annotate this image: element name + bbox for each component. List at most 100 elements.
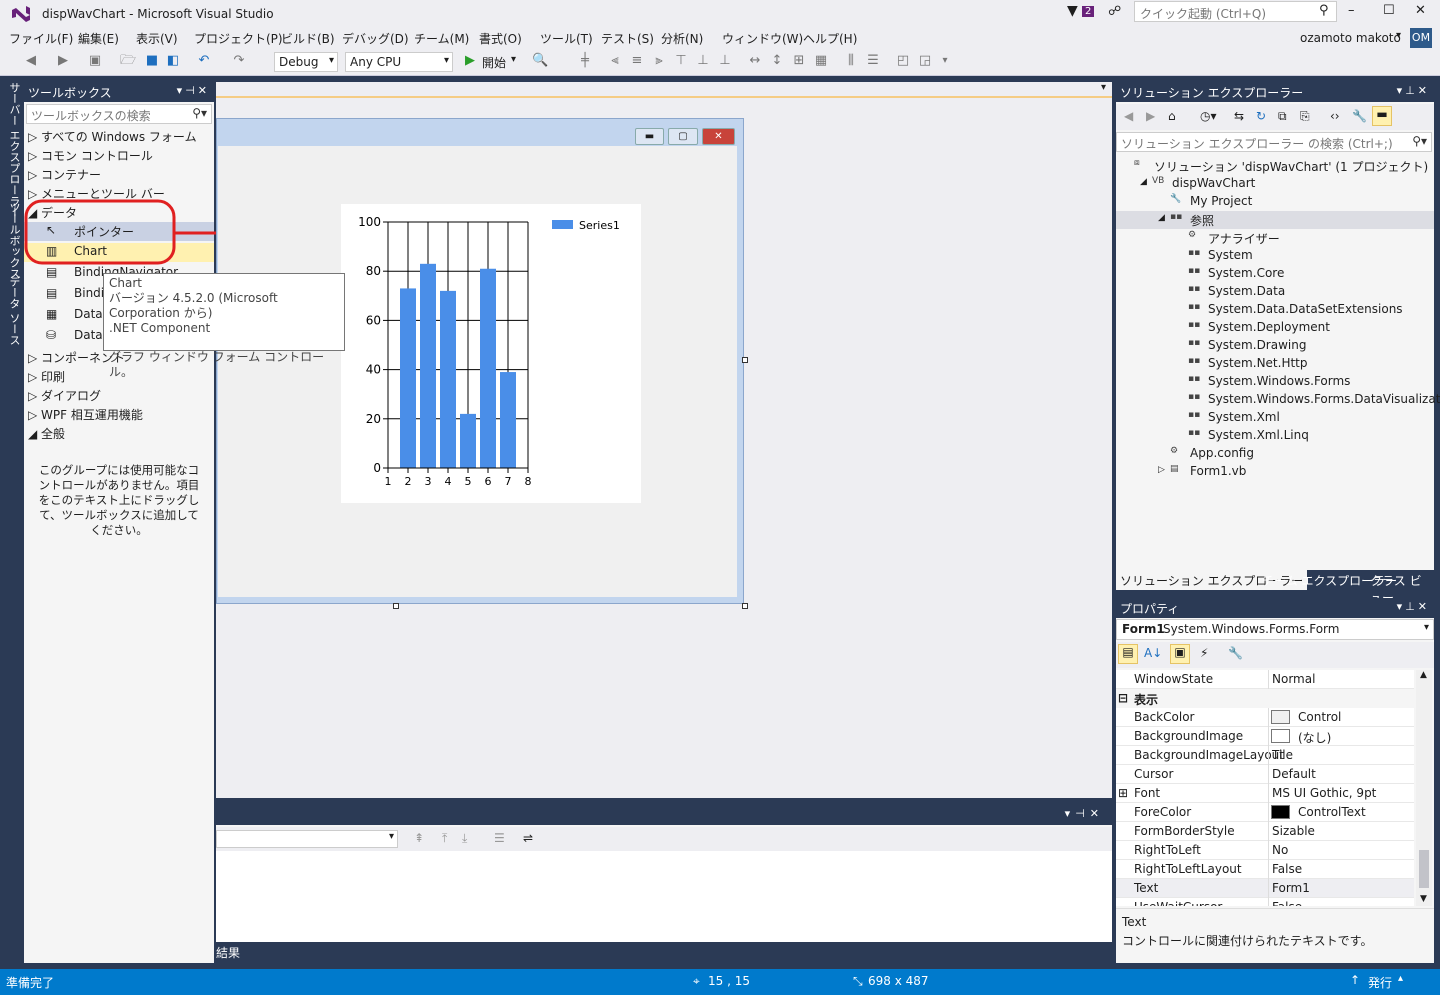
- tree-item[interactable]: ▪▪ System.Windows.Forms: [1116, 373, 1434, 391]
- properties-icon[interactable]: 🔧: [1352, 109, 1367, 123]
- tree-item[interactable]: ▷ ▤ Form1.vb: [1116, 463, 1434, 481]
- property-row[interactable]: RightToLeftLayout False: [1116, 860, 1414, 879]
- expander-icon[interactable]: ◢: [1140, 177, 1147, 187]
- find-message-icon[interactable]: ⇞: [414, 831, 424, 845]
- collapse-all-icon[interactable]: ⧉: [1278, 109, 1287, 124]
- panel-close-icon[interactable]: ✕: [198, 84, 210, 97]
- back-icon[interactable]: ◀: [1124, 109, 1133, 123]
- size-to-grid-icon[interactable]: ⊞: [792, 54, 806, 68]
- resize-handle-right[interactable]: [742, 357, 748, 363]
- property-value[interactable]: (なし): [1298, 729, 1331, 746]
- tree-item[interactable]: 🔧 My Project: [1116, 193, 1434, 211]
- property-row[interactable]: Cursor Default: [1116, 765, 1414, 784]
- publish-menu-icon[interactable]: ▴: [1398, 973, 1403, 984]
- pin-icon[interactable]: ⊣: [185, 84, 198, 97]
- minimize-button[interactable]: –: [1348, 3, 1355, 18]
- user-dropdown-icon[interactable]: ▾: [1396, 30, 1401, 41]
- menu-build[interactable]: ビルド(B): [281, 30, 335, 47]
- property-value[interactable]: False: [1272, 862, 1302, 876]
- output-text-area[interactable]: [216, 851, 1112, 942]
- show-all-files-icon[interactable]: ⎘: [1300, 109, 1310, 124]
- user-avatar[interactable]: OM: [1410, 28, 1432, 48]
- tree-item[interactable]: ◢ ▪▪ 参照: [1116, 211, 1434, 229]
- document-dropdown-icon[interactable]: ▾: [1101, 82, 1106, 93]
- word-wrap-icon[interactable]: ⇌: [523, 831, 533, 845]
- panel-close-icon[interactable]: ✕: [1418, 84, 1430, 97]
- toolbox-group-containers[interactable]: ▷ コンテナー: [24, 165, 214, 184]
- save-all-icon[interactable]: ◧: [166, 54, 180, 68]
- property-row[interactable]: UseWaitCursor False: [1116, 898, 1414, 906]
- property-row[interactable]: FormBorderStyle Sizable: [1116, 822, 1414, 841]
- tree-item[interactable]: ▪▪ System.Xml.Linq: [1116, 427, 1434, 445]
- publish-up-icon[interactable]: ↑: [1350, 973, 1360, 987]
- property-row[interactable]: ⊞ Font MS UI Gothic, 9pt: [1116, 784, 1414, 803]
- pin-icon[interactable]: ⊥: [1405, 600, 1418, 613]
- status-publish[interactable]: 発行: [1368, 974, 1392, 991]
- menu-view[interactable]: 表示(V): [136, 30, 178, 47]
- vertical-spacing-icon[interactable]: ☰: [866, 54, 880, 68]
- expander-icon[interactable]: ◢: [1158, 213, 1165, 223]
- platform-select[interactable]: Any CPU: [345, 52, 453, 72]
- menu-test[interactable]: テスト(S): [601, 30, 654, 47]
- close-button[interactable]: ✕: [1415, 3, 1426, 18]
- align-tops-icon[interactable]: ⊤: [674, 54, 688, 68]
- toolbox-group-common-controls[interactable]: ▷ コモン コントロール: [24, 146, 214, 165]
- save-icon[interactable]: ■: [145, 54, 159, 68]
- toolbox-group-dialogs[interactable]: ▷ ダイアログ: [24, 386, 214, 405]
- tab-results[interactable]: 結果: [216, 944, 240, 961]
- property-category[interactable]: ⊟ 表示: [1116, 689, 1414, 708]
- prev-message-icon[interactable]: ⤒: [442, 831, 447, 846]
- maximize-button[interactable]: ☐: [1383, 3, 1395, 18]
- property-value[interactable]: Sizable: [1272, 824, 1315, 838]
- panel-menu-icon[interactable]: ▾: [1397, 84, 1406, 97]
- toolbox-group-all-windows-forms[interactable]: ▷ すべての Windows フォーム: [24, 127, 214, 146]
- make-same-width-icon[interactable]: ↔: [748, 54, 762, 68]
- alphabetical-icon[interactable]: A↓: [1144, 646, 1162, 660]
- start-icon[interactable]: ▶: [463, 54, 477, 68]
- categorized-icon[interactable]: ▤: [1118, 644, 1138, 664]
- menu-format[interactable]: 書式(O): [479, 30, 522, 47]
- tree-item[interactable]: ▪▪ System.Xml: [1116, 409, 1434, 427]
- tree-item[interactable]: ▪▪ System.Windows.Forms.DataVisualization: [1116, 391, 1440, 409]
- property-value[interactable]: ControlText: [1298, 805, 1366, 819]
- property-value[interactable]: Form1: [1272, 881, 1310, 895]
- menu-team[interactable]: チーム(M): [414, 30, 469, 47]
- property-value[interactable]: Tile: [1272, 748, 1293, 762]
- make-same-height-icon[interactable]: ↕: [770, 54, 784, 68]
- menu-analyze[interactable]: 分析(N): [661, 30, 703, 47]
- horizontal-spacing-icon[interactable]: ⫼: [844, 54, 858, 68]
- toolbox-search-input[interactable]: ツールボックスの検索 ⚲▾: [26, 104, 212, 124]
- quick-launch-input[interactable]: クイック起動 (Ctrl+Q) ⚲: [1134, 1, 1337, 22]
- property-value[interactable]: MS UI Gothic, 9pt: [1272, 786, 1376, 800]
- tree-item[interactable]: ▪▪ System.Drawing: [1116, 337, 1434, 355]
- tree-item[interactable]: ⚙ App.config: [1116, 445, 1434, 463]
- tree-item[interactable]: ▪▪ System.Deployment: [1116, 319, 1434, 337]
- expander-icon[interactable]: ▷: [1158, 465, 1165, 475]
- start-button-label[interactable]: 開始: [482, 54, 506, 71]
- property-value[interactable]: Default: [1272, 767, 1316, 781]
- new-project-icon[interactable]: ▣: [88, 54, 102, 68]
- property-row[interactable]: BackColor Control: [1116, 708, 1414, 727]
- property-value[interactable]: Normal: [1272, 672, 1315, 686]
- user-name[interactable]: ozamoto makoto: [1300, 31, 1401, 45]
- property-row[interactable]: BackgroundImageLayout Tile: [1116, 746, 1414, 765]
- redo-icon[interactable]: ↷: [232, 54, 246, 68]
- undo-icon[interactable]: ↶: [197, 54, 211, 68]
- clear-all-icon[interactable]: ☰: [494, 831, 505, 845]
- property-value[interactable]: False: [1272, 900, 1302, 906]
- align-lefts-icon[interactable]: ⫷: [608, 54, 622, 68]
- property-row[interactable]: ForeColor ControlText: [1116, 803, 1414, 822]
- sync-icon[interactable]: ⇆: [1234, 109, 1244, 123]
- tree-item[interactable]: ⚙ アナライザー: [1116, 229, 1434, 247]
- tree-item[interactable]: ▪▪ System.Data.DataSetExtensions: [1116, 301, 1434, 319]
- forward-icon[interactable]: ▶: [1146, 109, 1155, 123]
- object-selector[interactable]: Form1 System.Windows.Forms.Form ▾: [1116, 619, 1434, 640]
- panel-close-icon[interactable]: ✕: [1418, 600, 1430, 613]
- output-panel-buttons[interactable]: ▾⊣✕: [1065, 807, 1104, 820]
- menu-file[interactable]: ファイル(F): [9, 30, 73, 47]
- notification-count[interactable]: 2: [1082, 6, 1095, 17]
- scroll-up-icon[interactable]: ▲: [1420, 670, 1427, 680]
- menu-window[interactable]: ウィンドウ(W): [722, 30, 803, 47]
- menu-debug[interactable]: デバッグ(D): [342, 30, 409, 47]
- notification-flag-icon[interactable]: ▼: [1067, 3, 1078, 19]
